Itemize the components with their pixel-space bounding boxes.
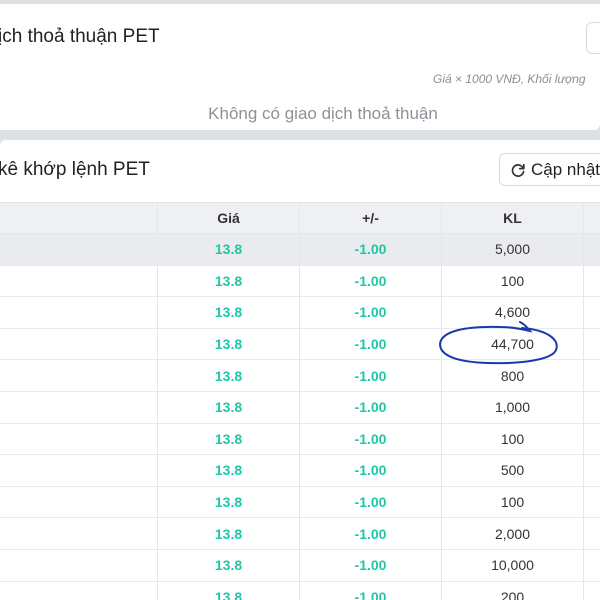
- volume-cell: 4,600: [442, 297, 584, 328]
- time-cell: [0, 391, 158, 423]
- volume-cell: 100: [442, 265, 584, 297]
- panel-action-button[interactable]: [586, 22, 600, 54]
- extra-cell: [584, 266, 600, 297]
- empty-message: Không có giao dịch thoả thuận: [208, 104, 438, 123]
- table-body: 13.8 -1.00 5,000 13.8 -1.00 100 13.8 -1.00 4,600…: [0, 234, 600, 600]
- price-cell: 13.8: [158, 328, 300, 360]
- table-row[interactable]: 13.8 -1.00 500: [0, 455, 600, 487]
- time-cell: [0, 549, 158, 581]
- change-cell: -1.00: [300, 391, 442, 423]
- table-row[interactable]: 13.8 -1.00 44,700: [0, 328, 600, 361]
- price-cell: 13.8: [158, 360, 300, 391]
- volume-cell: 100: [442, 423, 584, 455]
- price-cell: 13.8: [158, 518, 300, 549]
- volume-cell: 800: [442, 360, 584, 391]
- table-row[interactable]: 13.8 -1.00 5,000: [0, 234, 600, 266]
- change-cell: -1.00: [300, 423, 442, 455]
- header-time: [0, 203, 158, 233]
- table-row[interactable]: 13.8 -1.00 100: [0, 265, 600, 298]
- price-cell: 13.8: [158, 234, 300, 265]
- change-cell: -1.00: [300, 328, 442, 360]
- price-cell: 13.8: [158, 581, 300, 600]
- change-cell: -1.00: [300, 549, 442, 581]
- table-row[interactable]: 13.8 -1.00 800: [0, 360, 600, 392]
- time-cell: [0, 423, 158, 455]
- extra-cell: [584, 518, 600, 549]
- table-row[interactable]: 13.8 -1.00 4,600: [0, 297, 600, 329]
- table-header: Giá +/- KL: [0, 202, 600, 234]
- volume-cell: 5,000: [442, 234, 584, 265]
- time-cell: [0, 455, 158, 486]
- time-cell: [0, 234, 158, 265]
- change-cell: -1.00: [300, 360, 442, 391]
- table-row[interactable]: 13.8 -1.00 10,000: [0, 549, 600, 582]
- change-cell: -1.00: [300, 265, 442, 297]
- refresh-button-label: Cập nhật: [531, 159, 600, 179]
- volume-cell: 10,000: [442, 549, 584, 581]
- price-cell: 13.8: [158, 486, 300, 518]
- unit-note: Giá × 1000 VNĐ, Khối lượng: [433, 72, 586, 86]
- price-cell: 13.8: [158, 391, 300, 423]
- refresh-icon: [511, 163, 525, 177]
- volume-cell: 2,000: [442, 518, 584, 549]
- volume-cell: 1,000: [442, 391, 584, 423]
- negotiated-trades-panel: ịch thoả thuận PET Giá × 1000 VNĐ, Khối …: [0, 4, 600, 130]
- extra-cell: [584, 455, 600, 486]
- table-row[interactable]: 13.8 -1.00 200: [0, 581, 600, 600]
- header-price: Giá: [158, 203, 300, 233]
- change-cell: -1.00: [300, 486, 442, 518]
- matched-orders-table: Giá +/- KL 13.8 -1.00 5,000 13.8 -1.00 100 13.…: [0, 202, 600, 600]
- time-cell: [0, 486, 158, 518]
- time-cell: [0, 297, 158, 328]
- matched-orders-panel: kê khớp lệnh PET Cập nhật Giá +/- KL 13.…: [0, 140, 600, 600]
- time-cell: [0, 265, 158, 297]
- volume-cell: 500: [442, 455, 584, 486]
- change-cell: -1.00: [300, 518, 442, 549]
- change-cell: -1.00: [300, 581, 442, 600]
- table-row[interactable]: 13.8 -1.00 1,000: [0, 391, 600, 424]
- extra-cell: [584, 392, 600, 423]
- change-cell: -1.00: [300, 455, 442, 486]
- price-cell: 13.8: [158, 297, 300, 328]
- change-cell: -1.00: [300, 297, 442, 328]
- table-row[interactable]: 13.8 -1.00 100: [0, 423, 600, 456]
- header-change: +/-: [300, 203, 442, 233]
- table-row[interactable]: 13.8 -1.00 2,000: [0, 518, 600, 550]
- header-extra: [584, 203, 600, 233]
- price-cell: 13.8: [158, 265, 300, 297]
- extra-cell: [584, 360, 600, 391]
- extra-cell: [584, 487, 600, 518]
- time-cell: [0, 360, 158, 391]
- price-cell: 13.8: [158, 455, 300, 486]
- table-row[interactable]: 13.8 -1.00 100: [0, 486, 600, 519]
- header-volume: KL: [442, 203, 584, 233]
- extra-cell: [584, 582, 600, 600]
- extra-cell: [584, 234, 600, 265]
- time-cell: [0, 518, 158, 549]
- matched-orders-title: kê khớp lệnh PET: [0, 159, 150, 180]
- refresh-button[interactable]: Cập nhật: [499, 153, 600, 186]
- volume-cell: 100: [442, 486, 584, 518]
- negotiated-trades-title: ịch thoả thuận PET: [0, 26, 160, 47]
- time-cell: [0, 328, 158, 360]
- extra-cell: [584, 424, 600, 455]
- price-cell: 13.8: [158, 549, 300, 581]
- extra-cell: [584, 550, 600, 581]
- extra-cell: [584, 329, 600, 360]
- price-cell: 13.8: [158, 423, 300, 455]
- time-cell: [0, 581, 158, 600]
- change-cell: -1.00: [300, 234, 442, 265]
- volume-cell: 44,700: [442, 328, 584, 360]
- volume-cell: 200: [442, 581, 584, 600]
- extra-cell: [584, 297, 600, 328]
